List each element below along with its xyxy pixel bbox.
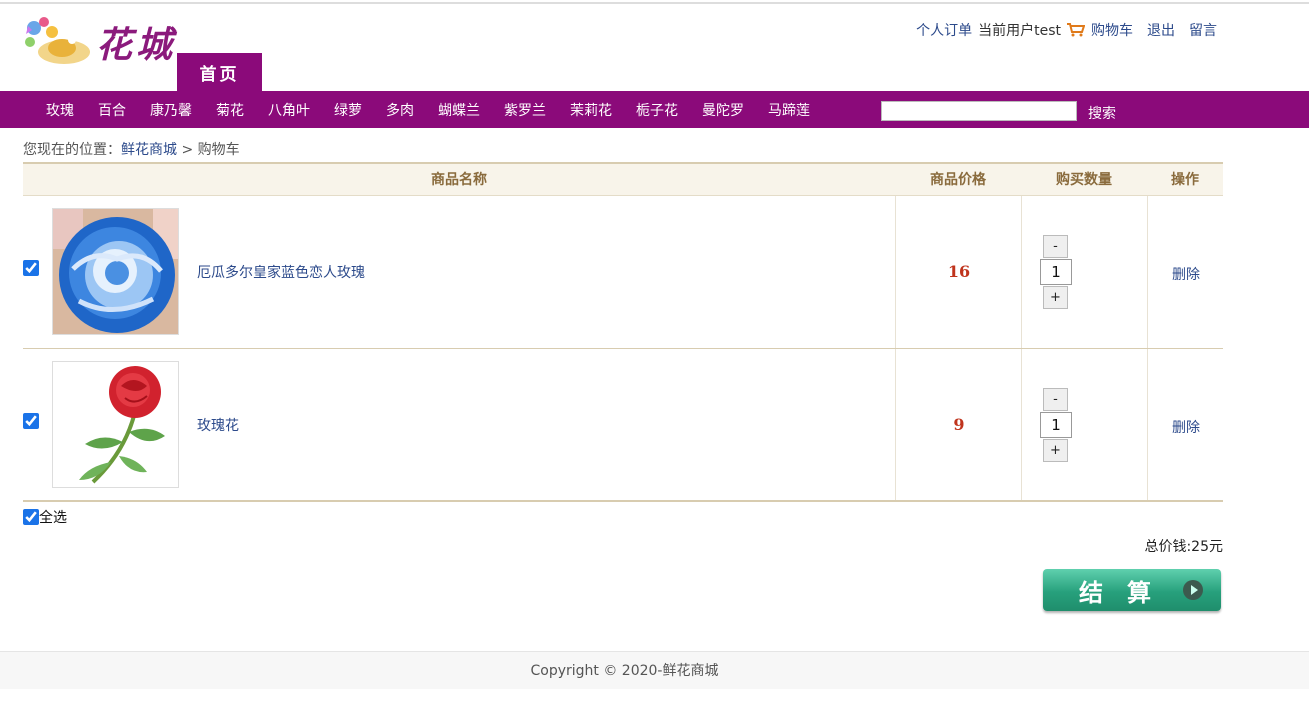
- nav-item[interactable]: 紫罗兰: [492, 100, 558, 120]
- qty-cell: - 1 +: [1021, 196, 1147, 348]
- arrow-right-icon: [1183, 580, 1203, 600]
- nav-item[interactable]: 曼陀罗: [690, 100, 756, 120]
- top-border: [0, 2, 1309, 4]
- nav-item[interactable]: 多肉: [374, 100, 426, 120]
- tab-home[interactable]: 首页: [177, 53, 262, 91]
- decrease-button[interactable]: -: [1043, 235, 1068, 258]
- logo-text: 花城: [96, 24, 177, 66]
- search-button[interactable]: 搜索: [1088, 103, 1116, 123]
- price-cell: 9: [895, 349, 1021, 500]
- row-checkbox[interactable]: [23, 413, 39, 429]
- checkout-button[interactable]: 结算: [1043, 569, 1221, 611]
- row-checkbox[interactable]: [23, 260, 39, 276]
- select-all-label: 全选: [39, 510, 67, 526]
- nav-item[interactable]: 茉莉花: [558, 100, 624, 120]
- name-cell: 玫瑰花: [23, 349, 895, 500]
- product-price: 16: [947, 262, 971, 281]
- orders-link[interactable]: 个人订单: [916, 20, 972, 40]
- cart-icon[interactable]: [1067, 23, 1085, 37]
- product-image[interactable]: [52, 208, 179, 335]
- header-name: 商品名称: [431, 172, 487, 188]
- cart-link[interactable]: 购物车: [1091, 20, 1133, 40]
- table-header: 商品名称 商品价格 购买数量 操作: [23, 162, 1223, 196]
- user-bar: 个人订单 当前用户test 购物车 退出 留言: [916, 20, 1217, 40]
- logout-link[interactable]: 退出: [1147, 20, 1175, 40]
- footer: Copyright © 2020-鲜花商城: [0, 651, 1309, 689]
- blue-rose-image: [53, 209, 178, 334]
- op-cell: 删除: [1147, 349, 1223, 500]
- product-name-link[interactable]: 厄瓜多尔皇家蓝色恋人玫瑰: [197, 262, 365, 282]
- decrease-button[interactable]: -: [1043, 388, 1068, 411]
- name-cell: 厄瓜多尔皇家蓝色恋人玫瑰: [23, 196, 895, 348]
- nav-item[interactable]: 马蹄莲: [756, 100, 822, 120]
- nav-item[interactable]: 八角叶: [256, 100, 322, 120]
- nav-item[interactable]: 栀子花: [624, 100, 690, 120]
- total-price: 总价钱:25元: [1144, 539, 1223, 555]
- quantity-stepper: - 1 +: [1040, 235, 1074, 309]
- current-user-label: 当前用户test: [978, 23, 1061, 39]
- breadcrumb-current: 购物车: [197, 142, 240, 158]
- flower-logo-icon: [25, 17, 90, 64]
- search-input[interactable]: [881, 101, 1077, 121]
- nav-item[interactable]: 康乃馨: [138, 100, 204, 120]
- nav-item[interactable]: 绿萝: [322, 100, 374, 120]
- header-price: 商品价格: [930, 172, 986, 188]
- select-all-checkbox[interactable]: [23, 509, 39, 525]
- breadcrumb: 您现在的位置：鲜花商城 > 购物车: [23, 139, 240, 159]
- select-all: 全选: [23, 507, 67, 527]
- red-rose-image: [53, 362, 178, 487]
- price-cell: 16: [895, 196, 1021, 348]
- header-op: 操作: [1171, 172, 1199, 188]
- quantity-stepper: - 1 +: [1040, 388, 1074, 462]
- increase-button[interactable]: +: [1043, 439, 1068, 462]
- breadcrumb-prefix: 您现在的位置：: [23, 142, 121, 158]
- nav-item[interactable]: 玫瑰: [34, 100, 86, 120]
- table-row: 玫瑰花 9 - 1 + 删除: [23, 349, 1223, 502]
- delete-link[interactable]: 删除: [1148, 417, 1224, 437]
- increase-button[interactable]: +: [1043, 286, 1068, 309]
- checkout-label: 结算: [1079, 578, 1175, 607]
- breadcrumb-separator: >: [181, 142, 194, 158]
- quantity-input[interactable]: 1: [1040, 412, 1072, 438]
- nav-item[interactable]: 百合: [86, 100, 138, 120]
- nav-item[interactable]: 菊花: [204, 100, 256, 120]
- qty-cell: - 1 +: [1021, 349, 1147, 500]
- product-name-link[interactable]: 玫瑰花: [197, 415, 239, 435]
- nav-item[interactable]: 蝴蝶兰: [426, 100, 492, 120]
- quantity-input[interactable]: 1: [1040, 259, 1072, 285]
- op-cell: 删除: [1147, 196, 1223, 348]
- delete-link[interactable]: 删除: [1148, 264, 1224, 284]
- message-link[interactable]: 留言: [1189, 20, 1217, 40]
- header-qty: 购买数量: [1056, 172, 1112, 188]
- cart-table: 商品名称 商品价格 购买数量 操作 厄瓜多尔皇家蓝色恋人玫瑰 16 - 1 + …: [23, 162, 1223, 502]
- table-row: 厄瓜多尔皇家蓝色恋人玫瑰 16 - 1 + 删除: [23, 196, 1223, 349]
- product-image[interactable]: [52, 361, 179, 488]
- product-price: 9: [953, 415, 965, 434]
- breadcrumb-home-link[interactable]: 鲜花商城: [121, 142, 177, 158]
